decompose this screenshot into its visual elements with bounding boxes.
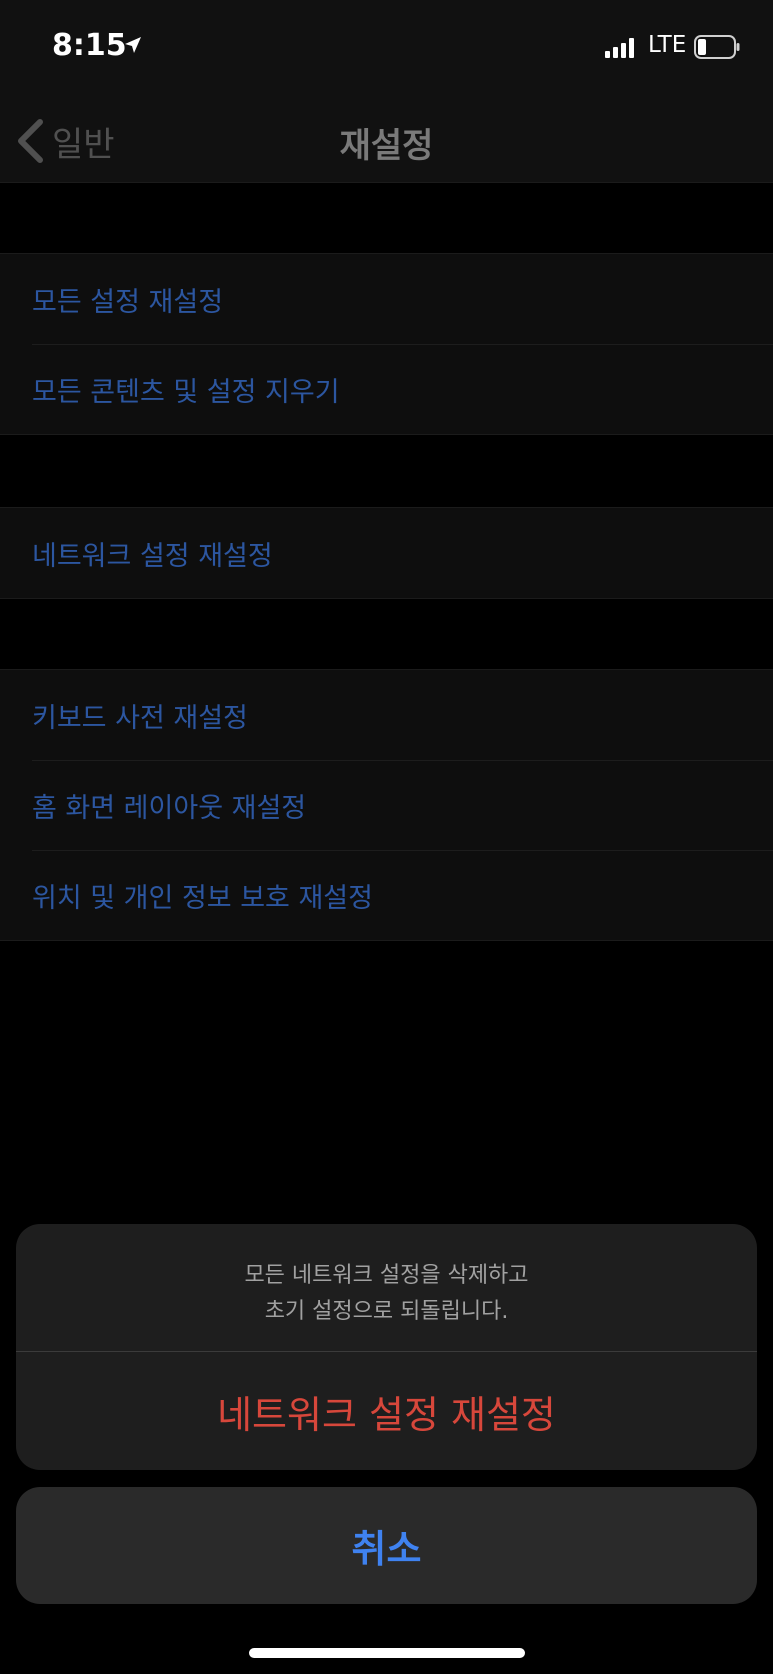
action-sheet-message: 모든 네트워크 설정을 삭제하고 초기 설정으로 되돌립니다. bbox=[16, 1224, 757, 1352]
status-bar: 8:15 LTE bbox=[0, 0, 773, 100]
list-item-reset-home-screen-layout[interactable]: 홈 화면 레이아웃 재설정 bbox=[0, 760, 773, 850]
list-item-reset-keyboard-dictionary[interactable]: 키보드 사전 재설정 bbox=[0, 670, 773, 760]
action-sheet-message-line1: 모든 네트워크 설정을 삭제하고 bbox=[244, 1263, 529, 1288]
list-item-reset-network-settings[interactable]: 네트워크 설정 재설정 bbox=[0, 508, 773, 598]
home-indicator[interactable] bbox=[249, 1648, 525, 1658]
signal-icon bbox=[605, 38, 634, 58]
settings-group-reset-all: 모든 설정 재설정 모든 콘텐츠 및 설정 지우기 bbox=[0, 253, 773, 435]
action-sheet-message-line2: 초기 설정으로 되돌립니다. bbox=[264, 1299, 509, 1324]
action-sheet: 모든 네트워크 설정을 삭제하고 초기 설정으로 되돌립니다. 네트워크 설정 … bbox=[16, 1224, 757, 1470]
location-arrow-icon bbox=[125, 37, 141, 53]
battery-icon bbox=[694, 35, 740, 59]
list-item-reset-location-privacy[interactable]: 위치 및 개인 정보 보호 재설정 bbox=[0, 850, 773, 940]
page-title: 재설정 bbox=[339, 126, 434, 166]
status-time: 8:15 bbox=[52, 28, 127, 63]
list-item-reset-all-settings[interactable]: 모든 설정 재설정 bbox=[0, 254, 773, 344]
navigation-bar: 일반 재설정 bbox=[0, 100, 773, 183]
network-type: LTE bbox=[648, 32, 687, 58]
settings-group-network: 네트워크 설정 재설정 bbox=[0, 507, 773, 599]
list-item-erase-all-content[interactable]: 모든 콘텐츠 및 설정 지우기 bbox=[0, 344, 773, 434]
cancel-button[interactable]: 취소 bbox=[16, 1487, 757, 1604]
settings-group-other: 키보드 사전 재설정 홈 화면 레이아웃 재설정 위치 및 개인 정보 보호 재… bbox=[0, 669, 773, 941]
reset-network-settings-button[interactable]: 네트워크 설정 재설정 bbox=[16, 1352, 757, 1470]
